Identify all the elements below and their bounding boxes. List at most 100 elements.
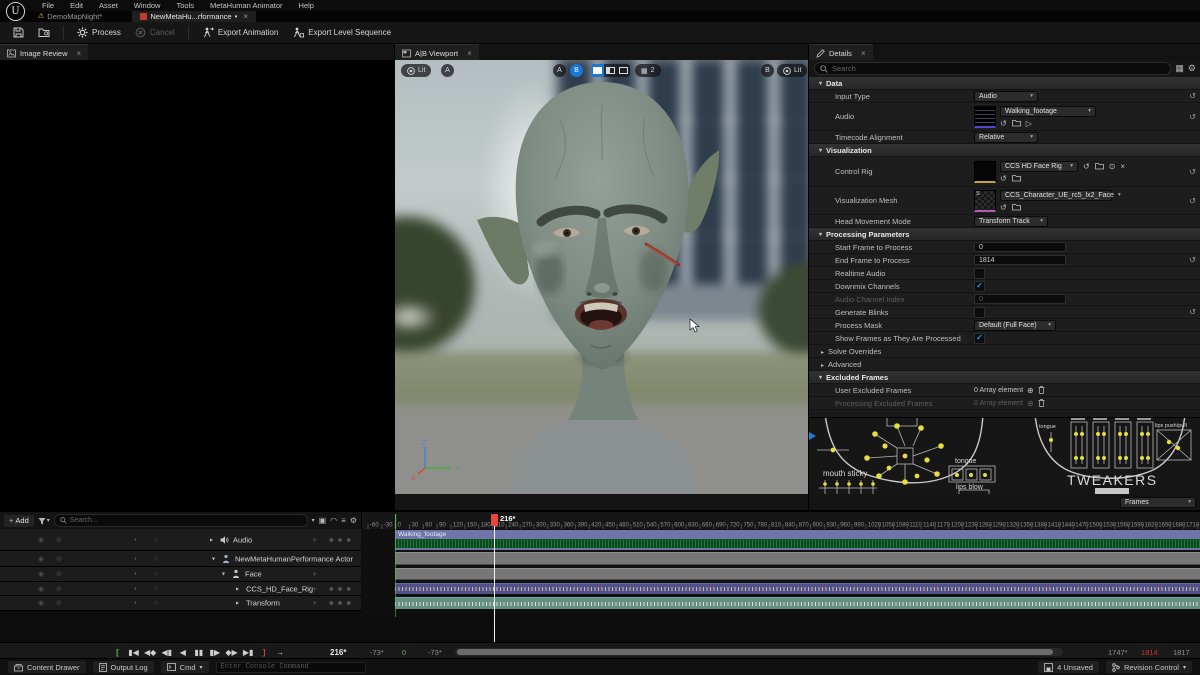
reset-to-default-icon[interactable]: ↺ <box>1189 308 1196 317</box>
dropdown-head-movement-mode[interactable]: Transform Track▾ <box>974 216 1048 227</box>
solo-icon[interactable]: ◐ <box>134 571 138 578</box>
lane-face[interactable] <box>395 568 1200 580</box>
deactivate-icon[interactable]: ⊘ <box>56 536 62 544</box>
dropdown-input-type[interactable]: Audio▾ <box>974 91 1038 102</box>
expander-icon[interactable]: ▾ <box>222 571 225 578</box>
filter-icon[interactable]: ▾ <box>38 517 50 525</box>
mute-icon[interactable]: ◉ <box>38 555 44 563</box>
listen-icon[interactable]: ∩ <box>154 555 159 562</box>
curve-editor-icon[interactable]: ◠ <box>330 516 337 525</box>
expander-icon[interactable]: ▸ <box>236 600 239 607</box>
track-row-ccs-hd-face-rig[interactable]: ◉⊘◐∩▸CCS_HD_Face_Rig+◆◆◆ <box>0 582 361 596</box>
close-icon[interactable]: × <box>861 49 866 58</box>
menu-window[interactable]: Window <box>126 0 169 11</box>
asset-dropdown-visualization-mesh[interactable]: CCS_Character_UE_rc5_lx2_Face▾ <box>1000 190 1112 201</box>
track-row-face[interactable]: ◉⊘◐∩▾Face+ <box>0 567 361 582</box>
listen-icon[interactable]: ∩ <box>154 571 159 578</box>
viewport-3d-scene[interactable]: Lit A A B ▦ 2 B Lit Z <box>395 60 809 494</box>
lit-mode-button-left[interactable]: Lit <box>401 64 431 77</box>
sequencer-empty-area[interactable] <box>0 617 1200 642</box>
asset-tab-performance[interactable]: NewMetaHu...rformance•× <box>132 11 256 22</box>
mute-icon[interactable]: ◉ <box>38 599 44 607</box>
details-settings-gear-icon[interactable]: ⚙ <box>1188 64 1196 73</box>
output-log-button[interactable]: Output Log <box>93 661 154 673</box>
reset-to-default-icon[interactable]: ↺ <box>1189 112 1196 121</box>
browse-icon[interactable] <box>1012 174 1021 182</box>
checkbox-realtime-audio[interactable] <box>974 268 985 279</box>
solo-icon[interactable]: ◐ <box>134 600 138 607</box>
expander-icon[interactable]: ▾ <box>212 555 215 562</box>
input-audio-channel-index[interactable]: 0 <box>974 294 1066 304</box>
chevron-down-icon[interactable]: ▾ <box>312 517 315 524</box>
menu-file[interactable]: File <box>34 0 62 11</box>
asset-thumbnail-audio[interactable] <box>974 106 996 128</box>
delete-elements-icon[interactable] <box>1038 386 1045 394</box>
delete-elements-icon[interactable] <box>1038 399 1045 407</box>
lane-newmetahumanperformance-actor[interactable] <box>395 552 1200 565</box>
timeline-scrollbar[interactable] <box>455 648 1063 656</box>
solo-icon[interactable]: ◐ <box>134 555 138 562</box>
ab-select-a-button[interactable]: A <box>553 64 566 77</box>
deactivate-icon[interactable]: ⊘ <box>56 599 62 607</box>
section-header-data[interactable]: ▾Data <box>809 77 1200 90</box>
tab-details[interactable]: Details × <box>809 44 873 61</box>
playhead-line[interactable] <box>494 524 495 642</box>
dropdown-process-mask[interactable]: Default (Full Face)▾ <box>974 320 1056 331</box>
revision-control-button[interactable]: Revision Control ▾ <box>1106 661 1192 673</box>
console-command-input[interactable]: Enter Console Command <box>216 662 366 673</box>
browse-to-asset-button[interactable] <box>31 24 57 41</box>
dual-view-button[interactable] <box>617 64 630 77</box>
track-add-icon[interactable]: + <box>312 570 317 579</box>
playhead-handle[interactable] <box>491 514 498 526</box>
reset-to-default-icon[interactable]: ↺ <box>1189 167 1196 176</box>
export-level-sequence-button[interactable]: Export Level Sequence <box>285 24 398 41</box>
face-control-board[interactable]: mouth sticky tongue lips blow lips push/… <box>809 417 1200 495</box>
deactivate-icon[interactable]: ⊘ <box>56 585 62 593</box>
single-view-button[interactable] <box>591 64 604 77</box>
clear-icon[interactable]: × <box>1120 162 1125 171</box>
section-header-processing-parameters[interactable]: ▾Processing Parameters <box>809 228 1200 241</box>
browse-icon[interactable] <box>1012 203 1021 211</box>
sequencer-gear-icon[interactable]: ⚙ <box>350 516 357 525</box>
listen-icon[interactable]: ∩ <box>154 536 159 543</box>
display-grid-icon[interactable]: ▦ <box>1175 64 1184 73</box>
menu-asset[interactable]: Asset <box>91 0 126 11</box>
asset-thumbnail-rig[interactable] <box>974 161 996 183</box>
use-icon[interactable]: ↺ <box>1000 119 1007 128</box>
dropdown-timecode-alignment[interactable]: Relative▾ <box>974 132 1038 143</box>
expander-icon[interactable]: ▸ <box>236 585 239 592</box>
browse-icon[interactable] <box>1095 162 1104 170</box>
camera-b-button[interactable]: B <box>761 64 774 77</box>
list-options-icon[interactable]: ≡ <box>341 516 346 525</box>
image-review-viewport[interactable] <box>0 60 394 510</box>
solo-icon[interactable]: ◐ <box>134 585 138 592</box>
sequencer-search-input[interactable]: Search... <box>54 514 308 527</box>
asset-dropdown-control-rig[interactable]: CCS HD Face Rig▾ <box>1000 161 1078 172</box>
camera-a-button[interactable]: A <box>441 64 454 77</box>
menu-edit[interactable]: Edit <box>62 0 91 11</box>
keyframe-nav-icons[interactable]: ◆◆◆ <box>329 536 355 543</box>
reset-to-default-icon[interactable]: ↺ <box>1189 196 1196 205</box>
menu-tools[interactable]: Tools <box>168 0 202 11</box>
scrollbar-thumb[interactable] <box>457 649 1053 655</box>
menu-metahuman-animator[interactable]: MetaHuman Animator <box>202 0 291 11</box>
unsaved-assets-button[interactable]: 4 Unsaved <box>1038 661 1099 673</box>
solo-icon[interactable]: ◐ <box>134 536 138 543</box>
lit-mode-button-right[interactable]: Lit <box>777 64 807 77</box>
pick-icon[interactable]: ⊙ <box>1109 162 1116 171</box>
tab-ab-viewport[interactable]: A|B Viewport × <box>395 44 479 61</box>
expander-icon[interactable]: ▸ <box>210 536 213 543</box>
lane-audio[interactable]: Walking_footage <box>395 530 1200 550</box>
details-search-input[interactable]: Search <box>814 62 1171 75</box>
track-add-icon[interactable]: + <box>312 535 317 544</box>
asset-dropdown-audio[interactable]: Walking_footage▾ <box>1000 106 1096 117</box>
add-track-button[interactable]: + Add <box>4 515 34 527</box>
wipe-count-button[interactable]: ▦ 2 <box>635 64 661 77</box>
lane-transform[interactable] <box>395 597 1200 609</box>
mute-icon[interactable]: ◉ <box>38 570 44 578</box>
close-icon[interactable]: × <box>467 49 472 58</box>
mute-icon[interactable]: ◉ <box>38 536 44 544</box>
listen-icon[interactable]: ∩ <box>154 600 159 607</box>
listen-icon[interactable]: ∩ <box>154 585 159 592</box>
close-icon[interactable]: × <box>77 49 82 58</box>
